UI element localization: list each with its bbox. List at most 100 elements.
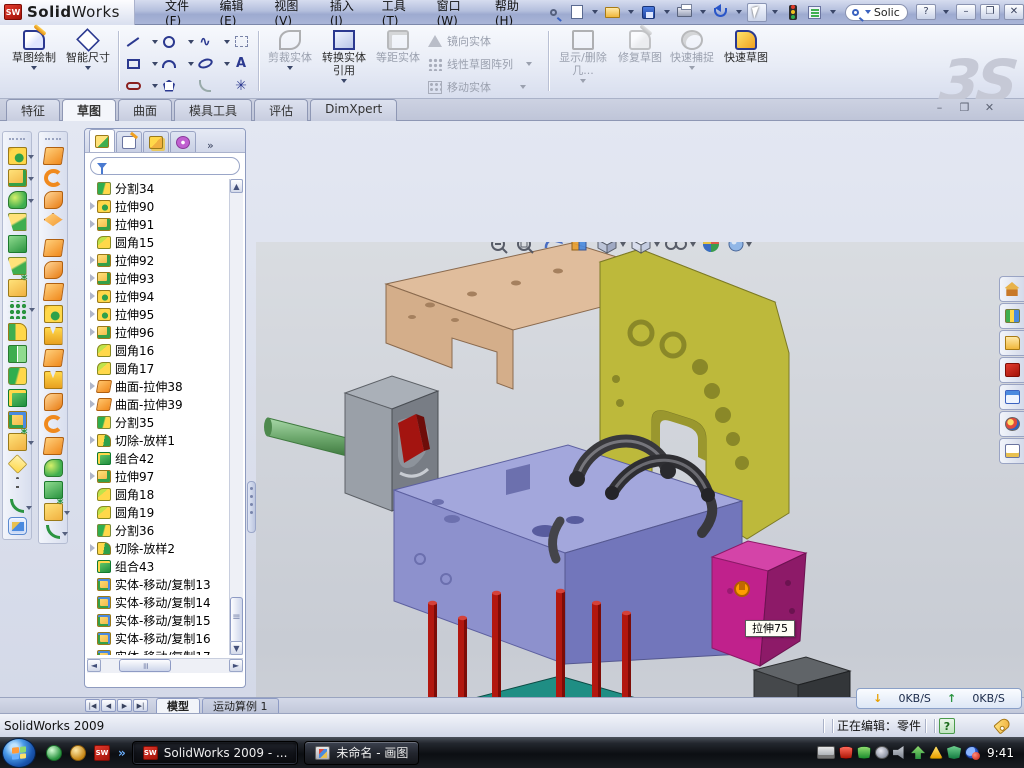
- new-document-button[interactable]: [567, 3, 587, 22]
- taskbar-clock[interactable]: 9:41: [987, 746, 1014, 760]
- search-value[interactable]: Solic: [874, 6, 900, 19]
- print-button[interactable]: [675, 3, 695, 22]
- ellipse-tool[interactable]: [194, 53, 216, 74]
- ribbon-tab[interactable]: 评估: [254, 99, 308, 122]
- quick-snaps-button[interactable]: 快速捕捉: [666, 29, 718, 93]
- tree-item[interactable]: 圆角18: [87, 485, 229, 503]
- expand-arrow[interactable]: [87, 292, 97, 300]
- save-button[interactable]: [639, 3, 659, 22]
- point-tool[interactable]: ✳: [230, 75, 252, 96]
- display-delete-relations-button[interactable]: 显示/删除几...: [554, 29, 612, 93]
- tree-vertical-scrollbar[interactable]: ▲ ▼: [229, 179, 243, 655]
- expand-arrow[interactable]: [87, 544, 97, 552]
- expand-arrow[interactable]: [87, 220, 97, 228]
- hide-show-items-icon[interactable]: [666, 242, 696, 249]
- tree-item[interactable]: 分割35: [87, 413, 229, 431]
- tree-item[interactable]: 圆角16: [87, 341, 229, 359]
- volume-icon[interactable]: [893, 746, 907, 759]
- curve-icon[interactable]: [10, 499, 24, 513]
- offset-surface-icon[interactable]: [44, 261, 63, 279]
- undo-dropdown[interactable]: [736, 10, 742, 14]
- linear-sketch-pattern-button[interactable]: 线性草图阵列: [428, 56, 535, 72]
- restore-button[interactable]: ❐: [980, 4, 1000, 20]
- repair-sketch-button[interactable]: 修复草图: [614, 29, 666, 93]
- model-tab[interactable]: 模型: [156, 698, 200, 713]
- curve-icon[interactable]: [46, 525, 60, 539]
- solidworks-launcher-icon[interactable]: SW: [94, 745, 110, 761]
- security-shield-icon[interactable]: [857, 746, 871, 759]
- select-button[interactable]: [747, 3, 767, 22]
- horizontal-scroll-thumb[interactable]: [119, 659, 171, 672]
- rectangle-tool[interactable]: [122, 53, 144, 74]
- ribbon-tab[interactable]: 草图: [62, 99, 116, 122]
- doc-restore-button[interactable]: ❐: [956, 102, 973, 116]
- tree-filter-input[interactable]: [90, 157, 240, 175]
- tree-item[interactable]: 实体-移动/复制13: [87, 575, 229, 593]
- media-app-icon[interactable]: [70, 745, 86, 761]
- sync-status-icon[interactable]: [965, 746, 979, 759]
- taskbar-button[interactable]: SW SolidWorks 2009 - ...: [132, 741, 299, 765]
- tree-item[interactable]: 切除-放样2: [87, 539, 229, 557]
- polygon-tool[interactable]: [158, 75, 180, 96]
- part-sprue-rod[interactable]: [264, 418, 347, 457]
- select-dropdown[interactable]: [772, 10, 778, 14]
- display-style-icon[interactable]: [632, 242, 660, 253]
- reference-point-icon[interactable]: [8, 433, 27, 451]
- tag-icon[interactable]: [993, 716, 1012, 734]
- tree-horizontal-scrollbar[interactable]: ◄ ►: [87, 658, 243, 673]
- expand-arrow[interactable]: [87, 202, 97, 210]
- extruded-boss-icon[interactable]: [8, 147, 27, 165]
- scroll-left-button[interactable]: ◄: [87, 659, 101, 672]
- zoom-area-icon[interactable]: [518, 242, 533, 253]
- selection-box-tool[interactable]: [230, 31, 252, 52]
- scroll-down-button[interactable]: ▼: [230, 641, 243, 655]
- tree-item[interactable]: 实体-移动/复制14: [87, 593, 229, 611]
- tree-item[interactable]: 拉伸97: [87, 467, 229, 485]
- offset-entities-button[interactable]: 等距实体: [372, 29, 424, 93]
- boundary-surface-icon[interactable]: [42, 239, 64, 257]
- wrap-icon[interactable]: [8, 279, 27, 297]
- panel-splitter-handle[interactable]: [247, 481, 256, 533]
- file-explorer-icon[interactable]: [999, 330, 1024, 356]
- expand-arrow[interactable]: [87, 436, 97, 444]
- tree-item[interactable]: 实体-移动/复制16: [87, 629, 229, 647]
- expand-arrow[interactable]: [87, 328, 97, 336]
- rapid-sketch-button[interactable]: 快速草图: [720, 29, 772, 93]
- undo-button[interactable]: [711, 3, 731, 22]
- tree-item[interactable]: 分割36: [87, 521, 229, 539]
- doc-minimize-button[interactable]: –: [931, 102, 948, 116]
- dimxpertmanager-tab[interactable]: [170, 131, 196, 152]
- new-dropdown[interactable]: [592, 10, 598, 14]
- tree-item[interactable]: 拉伸94: [87, 287, 229, 305]
- rib-icon[interactable]: [8, 323, 27, 341]
- warning-icon[interactable]: [929, 746, 943, 759]
- search-box[interactable]: Solic: [845, 4, 908, 21]
- open-button[interactable]: [603, 3, 623, 22]
- convert-entities-button[interactable]: 转换实体引用: [318, 29, 370, 93]
- extruded-cut-icon[interactable]: [8, 169, 27, 187]
- slot-tool[interactable]: [122, 75, 144, 96]
- tree-item[interactable]: 拉伸93: [87, 269, 229, 287]
- save-dropdown[interactable]: [664, 10, 670, 14]
- delete-face-icon[interactable]: [44, 415, 63, 433]
- apply-scene-icon[interactable]: [703, 242, 719, 252]
- update-arrow-icon[interactable]: [911, 746, 925, 759]
- rebuild-button[interactable]: [783, 3, 803, 22]
- sketch-fillet-tool[interactable]: [194, 75, 216, 96]
- options-button[interactable]: [805, 3, 825, 22]
- zoom-fit-icon[interactable]: [492, 242, 507, 253]
- close-button[interactable]: ✕: [1004, 4, 1024, 20]
- print-dropdown[interactable]: [700, 10, 706, 14]
- replace-face-icon[interactable]: [42, 437, 64, 455]
- custom-properties-icon[interactable]: [999, 438, 1024, 464]
- tree-item[interactable]: 实体-移动/复制17: [87, 647, 229, 655]
- section-view-icon[interactable]: [572, 242, 586, 250]
- tree-item[interactable]: 圆角17: [87, 359, 229, 377]
- help-button[interactable]: ?: [916, 4, 936, 20]
- reference-axis-icon[interactable]: [16, 477, 19, 495]
- fillet-icon[interactable]: [8, 191, 27, 209]
- ribbon-tab[interactable]: 曲面: [118, 99, 172, 122]
- expand-arrow[interactable]: [87, 310, 97, 318]
- ribbon-tab[interactable]: 特征: [6, 99, 60, 122]
- quick-launch-chevron[interactable]: »: [118, 746, 126, 760]
